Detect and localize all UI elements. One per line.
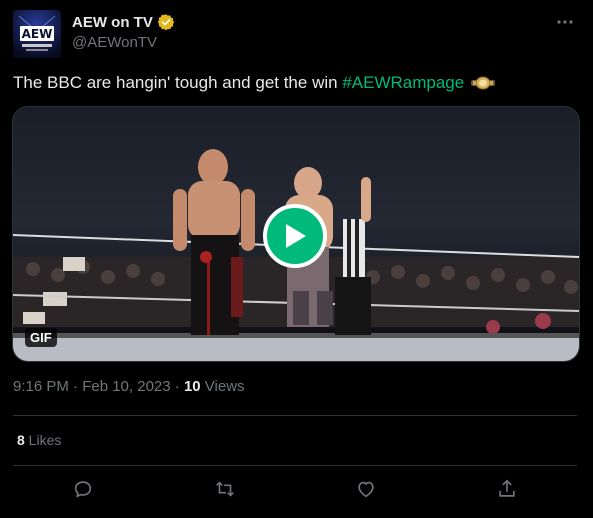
like-icon bbox=[358, 481, 374, 498]
timestamp[interactable]: 9:16 PM · Feb 10, 2023 bbox=[13, 378, 171, 395]
likes-count: 8 bbox=[17, 432, 25, 448]
views-label: Views bbox=[200, 378, 245, 395]
tweet-text: The BBC are hangin' tough and get the wi… bbox=[13, 73, 495, 93]
divider bbox=[13, 415, 577, 416]
share-button[interactable] bbox=[496, 478, 520, 502]
like-button[interactable] bbox=[355, 478, 379, 502]
reply-button[interactable] bbox=[72, 478, 96, 502]
author-name-row: AEW on TV bbox=[72, 13, 175, 31]
more-button[interactable] bbox=[555, 12, 575, 32]
likes-label: Likes bbox=[24, 432, 62, 448]
meta-separator: · bbox=[170, 378, 184, 395]
gif-badge: GIF bbox=[25, 328, 57, 347]
more-icon bbox=[557, 20, 573, 24]
verified-badge-icon bbox=[157, 14, 175, 31]
avatar-logo-text: AEW bbox=[22, 27, 53, 41]
belt-emoji-icon bbox=[470, 76, 495, 90]
play-icon bbox=[286, 224, 306, 248]
media-gif[interactable]: GIF bbox=[12, 106, 580, 362]
handle[interactable]: @AEWonTV bbox=[72, 34, 157, 51]
divider bbox=[13, 465, 577, 466]
avatar[interactable]: AEW bbox=[13, 10, 61, 58]
tweet-body: The BBC are hangin' tough and get the wi… bbox=[13, 73, 343, 92]
play-button[interactable] bbox=[263, 204, 327, 268]
display-name[interactable]: AEW on TV bbox=[72, 14, 153, 31]
hashtag-link[interactable]: #AEWRampage bbox=[342, 73, 464, 92]
likes-stat[interactable]: 8 Likes bbox=[17, 432, 61, 448]
reply-icon bbox=[74, 481, 92, 498]
views-count: 10 bbox=[183, 378, 201, 395]
retweet-button[interactable] bbox=[214, 478, 238, 502]
retweet-icon bbox=[216, 481, 234, 497]
share-icon bbox=[499, 479, 515, 497]
tweet-meta: 9:16 PM · Feb 10, 2023 · 10 Views bbox=[13, 378, 245, 395]
